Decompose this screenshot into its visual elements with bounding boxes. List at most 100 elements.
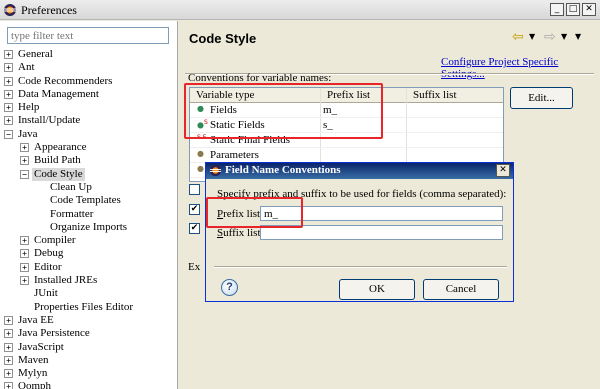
tree-item-label: Editor [34, 260, 62, 273]
edit-button[interactable]: Edit... [510, 87, 573, 109]
suffix-list-label: Suffix list: [217, 227, 264, 239]
tree-item[interactable]: + Debug [0, 247, 177, 260]
table-row[interactable]: ● Parameters [190, 148, 503, 163]
tree-item[interactable]: Clean Up [0, 181, 177, 194]
dialog-title: Field Name Conventions [225, 164, 341, 176]
expand-icon[interactable]: + [20, 143, 29, 153]
cancel-button[interactable]: Cancel [423, 279, 499, 300]
dialog-title-bar: Field Name Conventions ✕ [206, 163, 513, 179]
tree-item[interactable]: Properties Files Editor [0, 301, 177, 314]
expand-icon[interactable]: + [4, 342, 13, 352]
eclipse-icon [209, 164, 222, 177]
exceptions-label: Ex [188, 261, 201, 273]
ok-button[interactable]: OK [339, 279, 415, 300]
tree-item-label: Java [18, 127, 38, 140]
configure-project-settings-link[interactable]: Configure Project Specific Settings... [441, 56, 600, 80]
filter-input[interactable] [7, 27, 169, 44]
tree-item[interactable]: + JavaScript [0, 341, 177, 354]
tree-item[interactable]: + Java Persistence [0, 327, 177, 340]
tree-item[interactable]: JUnit [0, 287, 177, 300]
close-button[interactable]: ✕ [582, 3, 596, 16]
tree-item[interactable]: + Editor [0, 261, 177, 274]
expand-icon[interactable]: + [20, 276, 29, 286]
expand-icon[interactable]: + [20, 249, 29, 259]
tree-item-label: Code Style [32, 167, 85, 181]
minimize-button[interactable]: _ [550, 3, 564, 16]
forward-arrow-icon[interactable]: ⇨ [544, 29, 556, 45]
checkbox[interactable]: ✔ [189, 204, 200, 215]
tree-item[interactable]: + Data Management [0, 88, 177, 101]
tree-item-label: Code Recommenders [18, 74, 113, 87]
tree-item-label: Formatter [50, 207, 94, 220]
tree-item[interactable]: Code Templates [0, 194, 177, 207]
eclipse-icon [4, 4, 16, 16]
collapse-icon[interactable]: − [20, 169, 29, 179]
tree-item[interactable]: + Oomph [0, 380, 177, 389]
back-dropdown-icon[interactable]: ▼ [529, 32, 535, 41]
expand-icon[interactable]: + [4, 329, 13, 339]
tree-item-label: General [18, 48, 53, 60]
tree-item[interactable]: + Compiler [0, 234, 177, 247]
checkbox[interactable]: ✔ [189, 223, 200, 234]
tree-item[interactable]: Formatter [0, 208, 177, 221]
expand-icon[interactable]: + [4, 89, 13, 99]
highlight-box-prefix [206, 197, 303, 228]
parameter-icon: ● [197, 149, 204, 158]
tree-item-label: Debug [34, 247, 64, 260]
help-icon[interactable]: ? [221, 279, 238, 296]
tree-item[interactable]: + Install/Update [0, 114, 177, 127]
tree-item[interactable]: − Java [0, 128, 177, 141]
expand-icon[interactable]: + [20, 236, 29, 246]
tree-item-label: Maven [18, 353, 49, 366]
expand-icon[interactable]: + [4, 355, 13, 365]
tree-item[interactable]: + Maven [0, 354, 177, 367]
tree-item-label: Organize Imports [50, 220, 128, 233]
expand-icon[interactable]: + [20, 156, 29, 166]
view-menu-icon[interactable]: ▼ [575, 32, 581, 41]
dialog-close-button[interactable]: ✕ [496, 164, 510, 177]
expand-icon[interactable]: + [20, 262, 29, 272]
local-variable-icon: ● [197, 164, 204, 173]
tree-item[interactable]: + Code Recommenders [0, 75, 177, 88]
tree-item[interactable]: Organize Imports [0, 221, 177, 234]
expand-icon[interactable]: + [4, 103, 13, 113]
tree-item[interactable]: + Mylyn [0, 367, 177, 380]
tree-item[interactable]: + Ant [0, 61, 177, 74]
column-header-suffix-list[interactable]: Suffix list [413, 89, 457, 101]
tree-item-label: Clean Up [50, 180, 92, 193]
tree-item-label: Java Persistence [18, 327, 90, 340]
expand-icon[interactable]: + [4, 63, 13, 73]
tree-item[interactable]: + Help [0, 101, 177, 114]
tree-item-label: Oomph [18, 380, 51, 389]
tree-item-label: Installed JREs [34, 274, 98, 287]
highlight-box-table [184, 83, 383, 139]
tree-item[interactable]: − Code Style [0, 167, 177, 181]
tree-item-label: Appearance [34, 141, 87, 154]
tree-item[interactable]: + General [0, 48, 177, 61]
preferences-nav-pane: + General + Ant + Code Recommenders + Data Mana… [0, 21, 178, 389]
collapse-icon[interactable]: − [4, 129, 13, 139]
forward-dropdown-icon[interactable]: ▼ [561, 32, 567, 41]
field-name-conventions-dialog: Field Name Conventions ✕ Specify prefix … [205, 162, 514, 302]
tree-item-label: JavaScript [18, 340, 64, 353]
tree-item-label: Mylyn [18, 367, 48, 380]
expand-icon[interactable]: + [4, 315, 13, 325]
tree-item-label: Install/Update [18, 114, 81, 127]
title-bar: Preferences _ □ ✕ [0, 0, 600, 20]
tree-item[interactable]: + Appearance [0, 141, 177, 154]
expand-icon[interactable]: + [4, 116, 13, 126]
tree-item-label: Properties Files Editor [34, 300, 133, 313]
expand-icon[interactable]: + [4, 76, 13, 86]
tree-item[interactable]: + Build Path [0, 154, 177, 167]
tree-item-label: Help [18, 101, 40, 114]
maximize-button[interactable]: □ [566, 3, 580, 16]
back-arrow-icon[interactable]: ⇦ [512, 29, 524, 45]
tree-item[interactable]: + Installed JREs [0, 274, 177, 287]
expand-icon[interactable]: + [4, 382, 13, 389]
tree-item[interactable]: + Java EE [0, 314, 177, 327]
expand-icon[interactable]: + [4, 369, 13, 379]
checkbox[interactable] [189, 184, 200, 195]
expand-icon[interactable]: + [4, 50, 13, 59]
preferences-tree: + General + Ant + Code Recommenders + Data Mana… [0, 48, 177, 389]
tree-item-label: Code Templates [50, 194, 121, 207]
